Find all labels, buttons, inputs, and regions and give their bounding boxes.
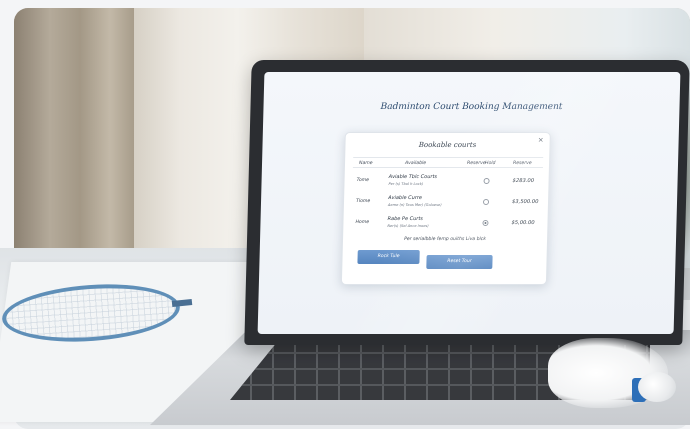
curtain-dark	[14, 8, 134, 268]
court-available: Aviable Tblc Courts	[388, 174, 438, 180]
reset-button[interactable]: Reset Tour	[426, 255, 493, 269]
court-name: Tome	[356, 178, 370, 183]
reserve-radio[interactable]	[483, 178, 490, 184]
table-row[interactable]: Home Rabe Pe Curts Ner(s) (Sel Ance Inoe…	[351, 213, 542, 235]
court-price: $5,00.00	[511, 220, 535, 226]
court-available: Aviable Curre	[388, 195, 423, 201]
booking-dialog: × Bookable courts Name Available Reserve…	[340, 132, 551, 285]
court-price: $283.00	[512, 178, 535, 184]
court-sub: Per (s) Tbol h Lock)	[388, 182, 424, 186]
laptop-screen: Badminton Court Booking Management × Boo…	[257, 72, 681, 334]
header-name: Name	[358, 161, 373, 166]
dialog-title: Bookable courts	[418, 141, 477, 149]
reserve-radio[interactable]	[482, 199, 490, 205]
court-sub: Aeme (n) Teus Mer) (Goluese)	[387, 203, 442, 207]
header-available: Available	[404, 161, 427, 166]
court-available: Rabe Pe Curts	[387, 216, 424, 222]
app-title: Badminton Court Booking Management	[380, 102, 563, 112]
table-row[interactable]: Tlome Aviable Curre Aeme (n) Teus Mer) (…	[352, 192, 543, 214]
court-price: $3,500.00	[511, 199, 539, 205]
availability-note: Per serialbble femp ouiths Liva blck	[404, 237, 487, 242]
table-header: Name Available Reserve Hold Reserve	[352, 157, 544, 168]
court-name: Tlome	[355, 199, 371, 204]
header-reserve: Reserve	[466, 161, 486, 166]
reserve-radio-selected[interactable]	[482, 220, 489, 226]
header-hold: Hold	[484, 161, 496, 166]
court-sub: Ner(s) (Sel Ance Inoes)	[387, 224, 429, 228]
shuttlecock-cork	[638, 372, 676, 402]
header-price: Reserve	[512, 161, 532, 166]
table-row[interactable]: Tome Aviable Tblc Courts Per (s) Tbol h …	[352, 171, 543, 193]
court-name: Home	[355, 220, 370, 225]
book-button[interactable]: Rock Tule	[357, 250, 420, 264]
